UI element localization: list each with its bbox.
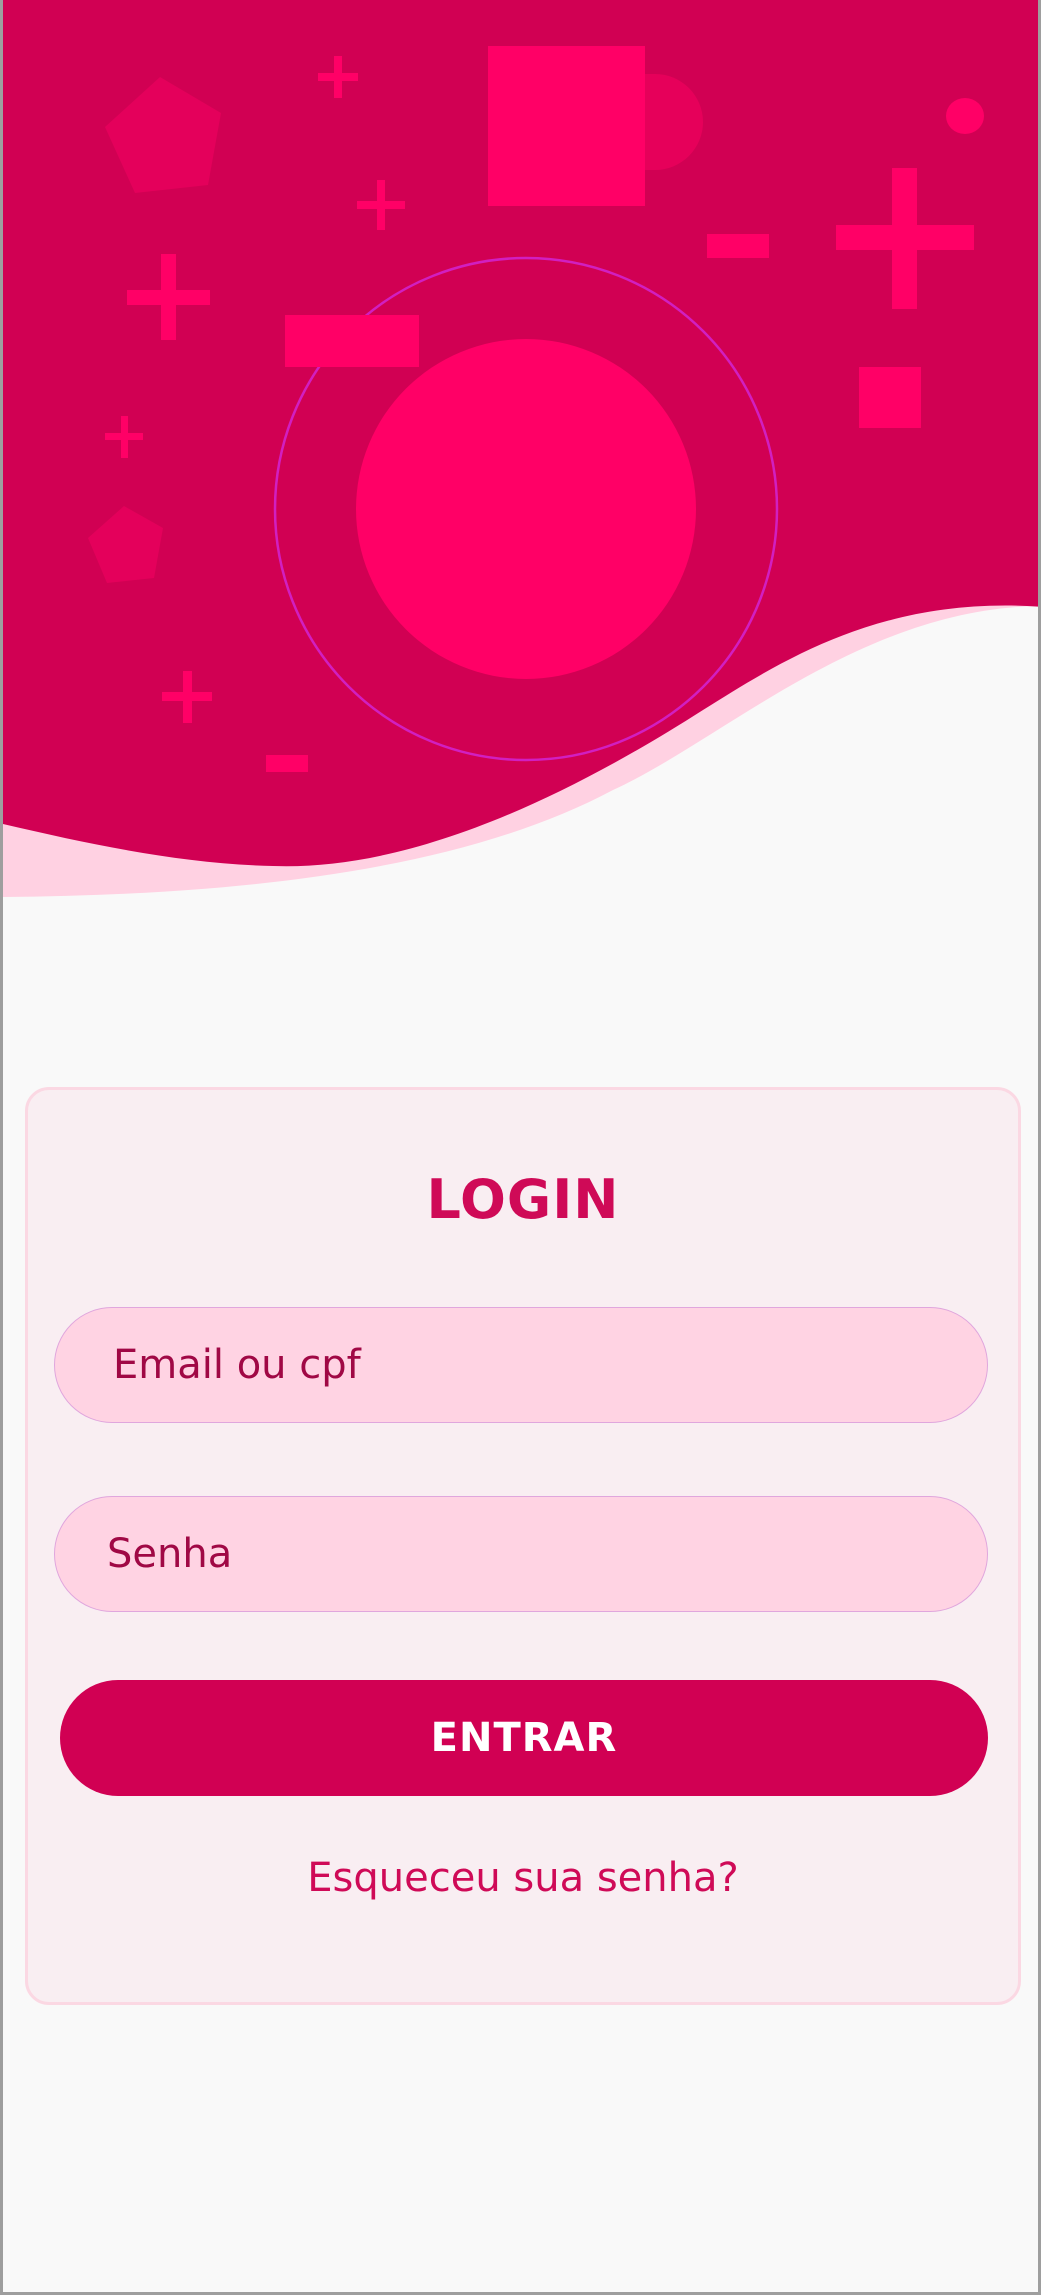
small-rectangle — [707, 234, 769, 258]
big-circle — [356, 339, 696, 679]
hero-banner — [3, 0, 1038, 920]
forgot-password-link[interactable]: Esqueceu sua senha? — [28, 1855, 1018, 1901]
login-title: LOGIN — [426, 1168, 620, 1231]
email-input[interactable] — [55, 1307, 987, 1423]
login-card: LOGIN ENTRAR Esqueceu sua senha? — [25, 1087, 1021, 2005]
hero-illustration — [3, 0, 1038, 897]
password-field[interactable] — [54, 1496, 988, 1612]
top-square — [488, 46, 645, 206]
right-square — [859, 367, 921, 428]
wide-rectangle — [285, 315, 419, 367]
email-field[interactable] — [54, 1307, 988, 1423]
dash-bar — [266, 755, 308, 772]
submit-button[interactable]: ENTRAR — [60, 1680, 988, 1796]
small-oval — [946, 98, 984, 134]
password-input[interactable] — [55, 1496, 987, 1612]
login-screen: LOGIN ENTRAR Esqueceu sua senha? — [0, 0, 1041, 2295]
